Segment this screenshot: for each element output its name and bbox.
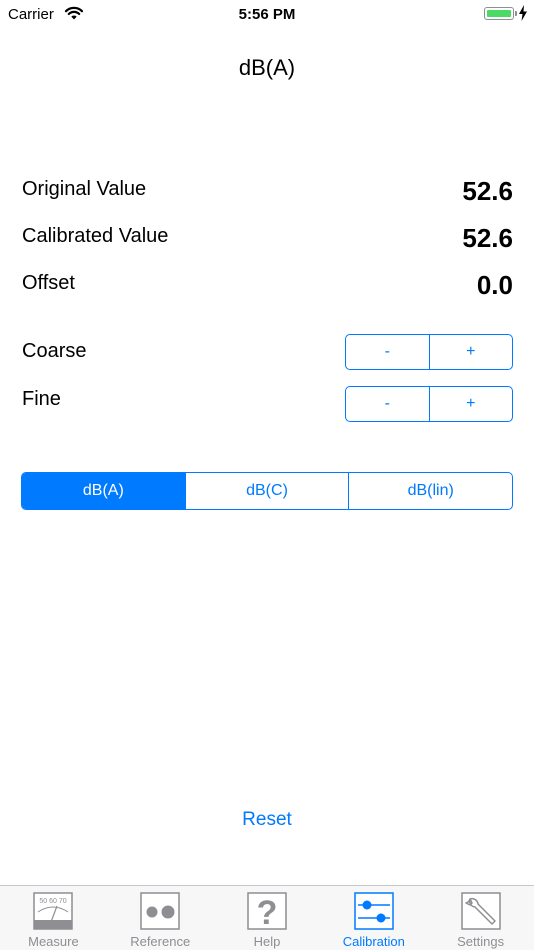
fine-label: Fine — [22, 388, 61, 410]
coarse-label: Coarse — [22, 340, 87, 362]
meter-scale-text: 50 60 70 — [40, 898, 67, 905]
sliders-icon — [354, 892, 394, 930]
tab-reference[interactable]: Reference — [107, 886, 214, 950]
tab-reference-label: Reference — [130, 934, 191, 949]
calibrated-value-label: Calibrated Value — [22, 225, 169, 247]
fine-stepper: - + — [345, 386, 513, 422]
battery-cap — [515, 11, 517, 16]
tab-measure[interactable]: 50 60 70 Measure — [0, 886, 107, 950]
page-title: dB(A) — [238, 55, 296, 80]
fine-decrement-button[interactable]: - — [346, 387, 429, 421]
original-value-row: Original Value 52.6 — [22, 174, 513, 206]
question-icon: ? — [247, 892, 287, 930]
offset-value: 0.0 — [476, 270, 513, 300]
tab-settings[interactable]: Settings — [427, 886, 534, 950]
tab-help[interactable]: ? Help — [214, 886, 321, 950]
wrench-icon — [460, 892, 501, 930]
coarse-stepper: - + — [345, 334, 513, 370]
charging-bolt-icon — [519, 5, 527, 21]
tab-calibration[interactable]: Calibration — [320, 886, 427, 950]
calibrated-value-row: Calibrated Value 52.6 — [22, 221, 513, 253]
clock: 5:56 PM — [238, 6, 296, 23]
segment-dblin[interactable]: dB(lin) — [348, 473, 512, 509]
tab-measure-label: Measure — [28, 934, 79, 949]
dots-icon — [140, 892, 180, 930]
calibrated-value: 52.6 — [462, 223, 513, 253]
reset-button[interactable]: Reset — [242, 809, 292, 830]
offset-label: Offset — [22, 272, 75, 294]
tab-bar: 50 60 70 Measure Reference ? Help Calibr… — [0, 885, 534, 950]
fine-increment-button[interactable]: + — [428, 387, 513, 421]
offset-row: Offset 0.0 — [22, 268, 513, 300]
battery-icon — [484, 7, 514, 20]
reset-container: Reset — [0, 809, 534, 831]
weighting-segmented-control: dB(A) dB(C) dB(lin) — [21, 472, 513, 510]
tab-calibration-label: Calibration — [342, 934, 405, 949]
original-value: 52.6 — [462, 176, 513, 206]
coarse-increment-button[interactable]: + — [428, 335, 513, 369]
question-glyph: ? — [257, 894, 278, 930]
tab-help-label: Help — [253, 934, 281, 949]
meter-icon: 50 60 70 — [33, 892, 74, 930]
coarse-decrement-button[interactable]: - — [346, 335, 429, 369]
original-value-label: Original Value — [22, 178, 147, 200]
segment-dba[interactable]: dB(A) — [22, 473, 185, 509]
segment-dbc[interactable]: dB(C) — [184, 473, 349, 509]
tab-settings-label: Settings — [457, 934, 505, 949]
status-bar: Carrier 5:56 PM — [0, 0, 534, 30]
